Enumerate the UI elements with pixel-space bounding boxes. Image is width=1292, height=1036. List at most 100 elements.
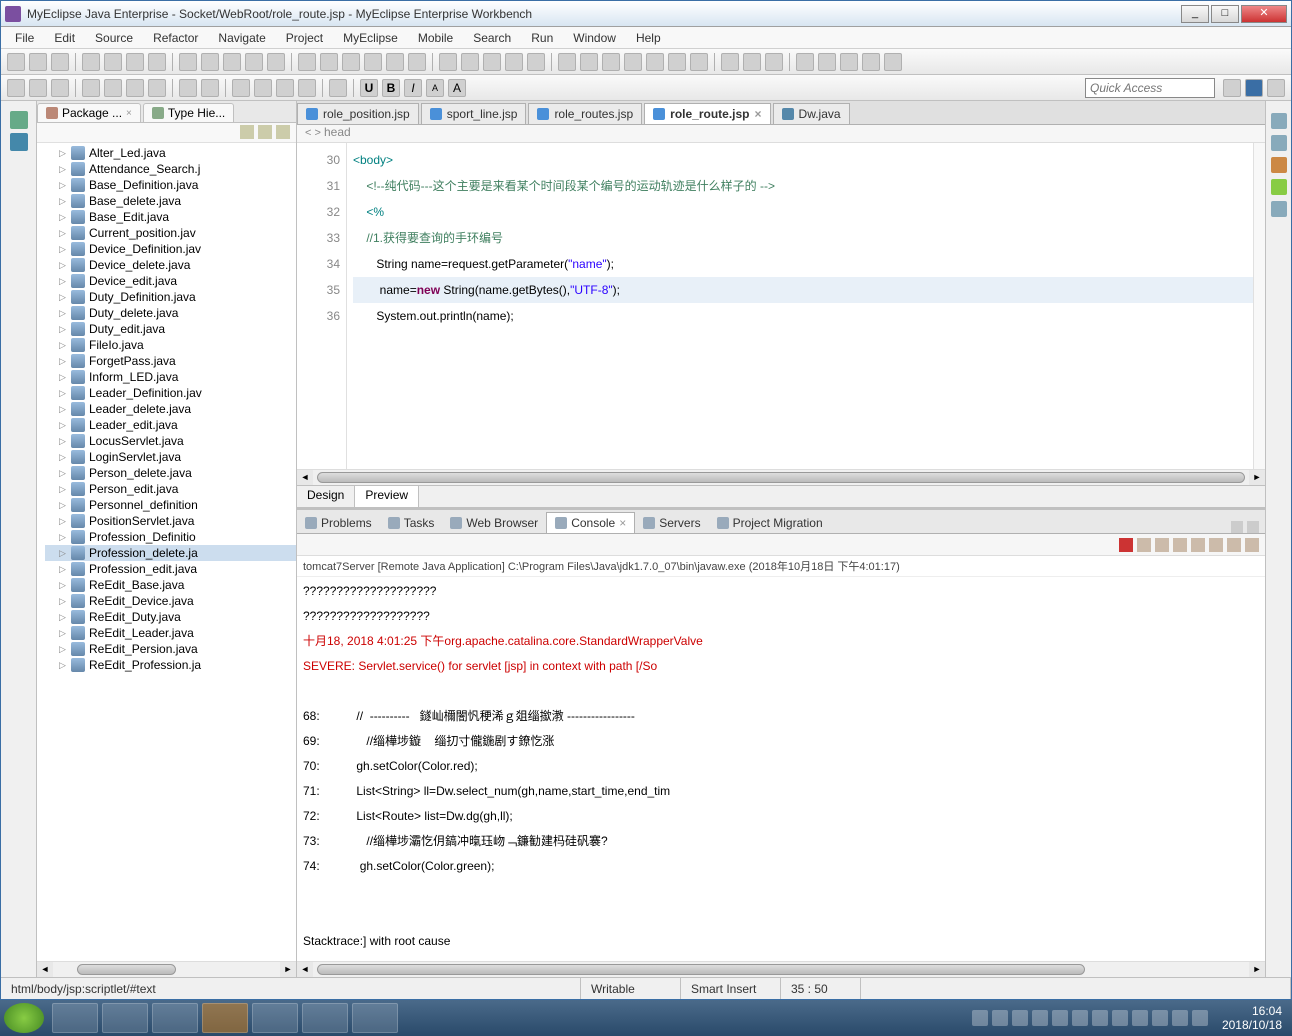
- menu-run[interactable]: Run: [521, 29, 563, 47]
- tb-37[interactable]: [862, 53, 880, 71]
- task-7[interactable]: [352, 1003, 398, 1033]
- menu-window[interactable]: Window: [563, 29, 626, 47]
- editor-hscroll[interactable]: ◄►: [297, 469, 1265, 485]
- tree-item[interactable]: ▷PositionServlet.java: [45, 513, 296, 529]
- editor-tab[interactable]: role_route.jsp×: [644, 103, 770, 124]
- tree-item[interactable]: ▷ReEdit_Persion.java: [45, 641, 296, 657]
- tree-item[interactable]: ▷Person_edit.java: [45, 481, 296, 497]
- tree-item[interactable]: ▷Duty_edit.java: [45, 321, 296, 337]
- tb-saveall[interactable]: [51, 53, 69, 71]
- tb-run[interactable]: [743, 53, 761, 71]
- editor-tab[interactable]: role_routes.jsp: [528, 103, 642, 124]
- menu-navigate[interactable]: Navigate: [208, 29, 275, 47]
- tree-item[interactable]: ▷LoginServlet.java: [45, 449, 296, 465]
- tb-23[interactable]: [527, 53, 545, 71]
- task-3[interactable]: [152, 1003, 198, 1033]
- close-icon[interactable]: ×: [619, 516, 626, 530]
- tb-12[interactable]: [267, 53, 285, 71]
- console-hscroll[interactable]: ◄►: [297, 961, 1265, 977]
- tb-16[interactable]: [364, 53, 382, 71]
- tb2-1[interactable]: [7, 79, 25, 97]
- tb2-7[interactable]: [148, 79, 166, 97]
- tree-item[interactable]: ▷Person_delete.java: [45, 465, 296, 481]
- task-firefox[interactable]: [202, 1003, 248, 1033]
- tree-item[interactable]: ▷Profession_edit.java: [45, 561, 296, 577]
- tb-6[interactable]: [126, 53, 144, 71]
- system-tray[interactable]: [972, 1010, 1216, 1026]
- tb2-bold[interactable]: U: [360, 79, 378, 97]
- tree-item[interactable]: ▷Base_Definition.java: [45, 177, 296, 193]
- menu-source[interactable]: Source: [85, 29, 143, 47]
- tb2-12[interactable]: [276, 79, 294, 97]
- tb-21[interactable]: [483, 53, 501, 71]
- link-editor-icon[interactable]: [258, 125, 272, 139]
- max-icon[interactable]: [1247, 521, 1259, 533]
- tb-15[interactable]: [342, 53, 360, 71]
- right-icon-1[interactable]: [1271, 113, 1287, 129]
- tree-item[interactable]: ▷LocusServlet.java: [45, 433, 296, 449]
- right-icon-3[interactable]: [1271, 157, 1287, 173]
- tb-34[interactable]: [796, 53, 814, 71]
- editor-tab[interactable]: sport_line.jsp: [421, 103, 527, 124]
- tb2-11[interactable]: [254, 79, 272, 97]
- menu-edit[interactable]: Edit: [44, 29, 85, 47]
- editor-breadcrumb[interactable]: < > head: [297, 125, 1265, 143]
- menu-search[interactable]: Search: [463, 29, 521, 47]
- tab-package-explorer[interactable]: Package ...×: [37, 103, 141, 122]
- tb2-5[interactable]: [104, 79, 122, 97]
- tb2-big[interactable]: A: [448, 79, 466, 97]
- tab-preview[interactable]: Preview: [355, 486, 419, 507]
- tb-30[interactable]: [690, 53, 708, 71]
- tb-19[interactable]: [439, 53, 457, 71]
- menu-mobile[interactable]: Mobile: [408, 29, 463, 47]
- tree-item[interactable]: ▷Base_Edit.java: [45, 209, 296, 225]
- bottom-tab-web-browser[interactable]: Web Browser: [442, 513, 546, 533]
- tb-14[interactable]: [320, 53, 338, 71]
- tb2-3[interactable]: [51, 79, 69, 97]
- tree-item[interactable]: ▷Personnel_definition: [45, 497, 296, 513]
- menu-myeclipse[interactable]: MyEclipse: [333, 29, 408, 47]
- tree-item[interactable]: ▷Alter_Led.java: [45, 145, 296, 161]
- tree-item[interactable]: ▷Leader_edit.java: [45, 417, 296, 433]
- collapse-all-icon[interactable]: [240, 125, 254, 139]
- tb-runext[interactable]: [765, 53, 783, 71]
- tb2-13[interactable]: [298, 79, 316, 97]
- tb2-i[interactable]: I: [404, 79, 422, 97]
- tb-38[interactable]: [884, 53, 902, 71]
- bottom-tab-problems[interactable]: Problems: [297, 513, 380, 533]
- start-button[interactable]: [4, 1003, 44, 1033]
- tree-item[interactable]: ▷Device_edit.java: [45, 273, 296, 289]
- tb-22[interactable]: [505, 53, 523, 71]
- pin-console-icon[interactable]: [1209, 538, 1223, 552]
- task-explorer[interactable]: [252, 1003, 298, 1033]
- tb-25[interactable]: [580, 53, 598, 71]
- open-console-icon[interactable]: [1245, 538, 1259, 552]
- remove-all-icon[interactable]: [1155, 538, 1169, 552]
- overview-ruler[interactable]: [1253, 143, 1265, 469]
- clear-console-icon[interactable]: [1173, 538, 1187, 552]
- pkg-hscroll[interactable]: ◄►: [37, 961, 296, 977]
- tb-26[interactable]: [602, 53, 620, 71]
- minimize-button[interactable]: _: [1181, 5, 1209, 23]
- tb-24[interactable]: [558, 53, 576, 71]
- tb-8[interactable]: [179, 53, 197, 71]
- right-icon-2[interactable]: [1271, 135, 1287, 151]
- tb2-fwd[interactable]: [201, 79, 219, 97]
- tb-10[interactable]: [223, 53, 241, 71]
- tb-13[interactable]: [298, 53, 316, 71]
- left-icon-1[interactable]: [10, 111, 28, 129]
- right-icon-4[interactable]: [1271, 179, 1287, 195]
- tb-5[interactable]: [104, 53, 122, 71]
- tree-item[interactable]: ▷Leader_delete.java: [45, 401, 296, 417]
- tb-7[interactable]: [148, 53, 166, 71]
- tb-35[interactable]: [818, 53, 836, 71]
- tree-item[interactable]: ▷ReEdit_Device.java: [45, 593, 296, 609]
- tb-save[interactable]: [29, 53, 47, 71]
- task-6[interactable]: [302, 1003, 348, 1033]
- task-1[interactable]: [52, 1003, 98, 1033]
- persp-3[interactable]: [1267, 79, 1285, 97]
- code-editor[interactable]: <body> <!--纯代码---这个主要是来看某个时间段某个编号的运动轨迹是什…: [347, 143, 1253, 469]
- tb-28[interactable]: [646, 53, 664, 71]
- tb-27[interactable]: [624, 53, 642, 71]
- task-2[interactable]: [102, 1003, 148, 1033]
